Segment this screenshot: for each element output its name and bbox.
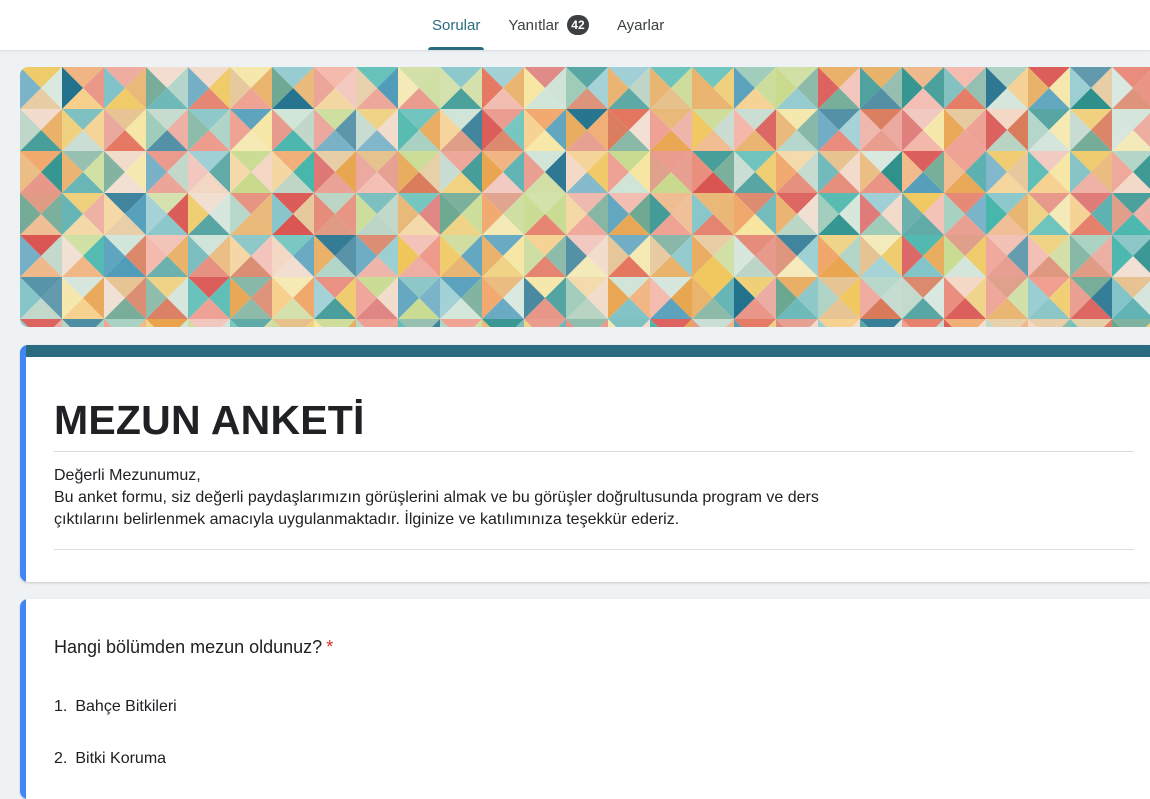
option-label: Bahçe Bitkileri xyxy=(75,698,177,715)
top-tab-bar: Sorular Yanıtlar 42 Ayarlar xyxy=(0,0,1150,50)
description-line: çıktılarını belirlenmek amacıyla uygulan… xyxy=(54,511,680,528)
tabs: Sorular Yanıtlar 42 Ayarlar xyxy=(418,0,678,50)
option-label: Bitki Koruma xyxy=(75,750,167,767)
header-banner-image xyxy=(20,67,1150,327)
question-card[interactable]: Hangi bölümden mezun oldunuz? * 1. Bahçe B… xyxy=(20,599,1150,799)
list-item[interactable]: 1. Bahçe Bitkileri xyxy=(54,698,177,716)
description-underline xyxy=(54,549,1134,550)
form-title[interactable]: MEZUN ANKETİ xyxy=(54,397,365,444)
card-left-accent xyxy=(20,599,26,799)
tab-settings-label: Ayarlar xyxy=(616,16,665,34)
form-description[interactable]: Değerli Mezunumuz, Bu anket formu, siz d… xyxy=(54,465,1134,531)
responses-count-badge: 42 xyxy=(566,15,589,35)
card-left-accent xyxy=(20,345,26,582)
required-asterisk: * xyxy=(326,637,334,657)
description-line: Değerli Mezunumuz, xyxy=(54,467,201,484)
description-line: Bu anket formu, siz değerli paydaşlarımı… xyxy=(54,489,819,506)
tab-questions[interactable]: Sorular xyxy=(418,0,494,50)
tab-responses[interactable]: Yanıtlar 42 xyxy=(494,0,603,50)
tab-settings[interactable]: Ayarlar xyxy=(603,0,678,50)
form-title-card: MEZUN ANKETİ Değerli Mezunumuz, Bu anket… xyxy=(20,345,1150,582)
title-underline xyxy=(54,451,1134,452)
question-text: Hangi bölümden mezun oldunuz? xyxy=(54,637,323,657)
geometric-pattern xyxy=(20,67,1150,327)
title-card-accent-bar xyxy=(20,345,1150,357)
option-number: 1. xyxy=(54,698,68,715)
list-item[interactable]: 2. Bitki Koruma xyxy=(54,750,166,768)
tab-responses-label: Yanıtlar xyxy=(508,16,559,34)
tab-questions-label: Sorular xyxy=(432,16,481,34)
option-number: 2. xyxy=(54,750,68,767)
question-title[interactable]: Hangi bölümden mezun oldunuz? * xyxy=(54,637,333,658)
